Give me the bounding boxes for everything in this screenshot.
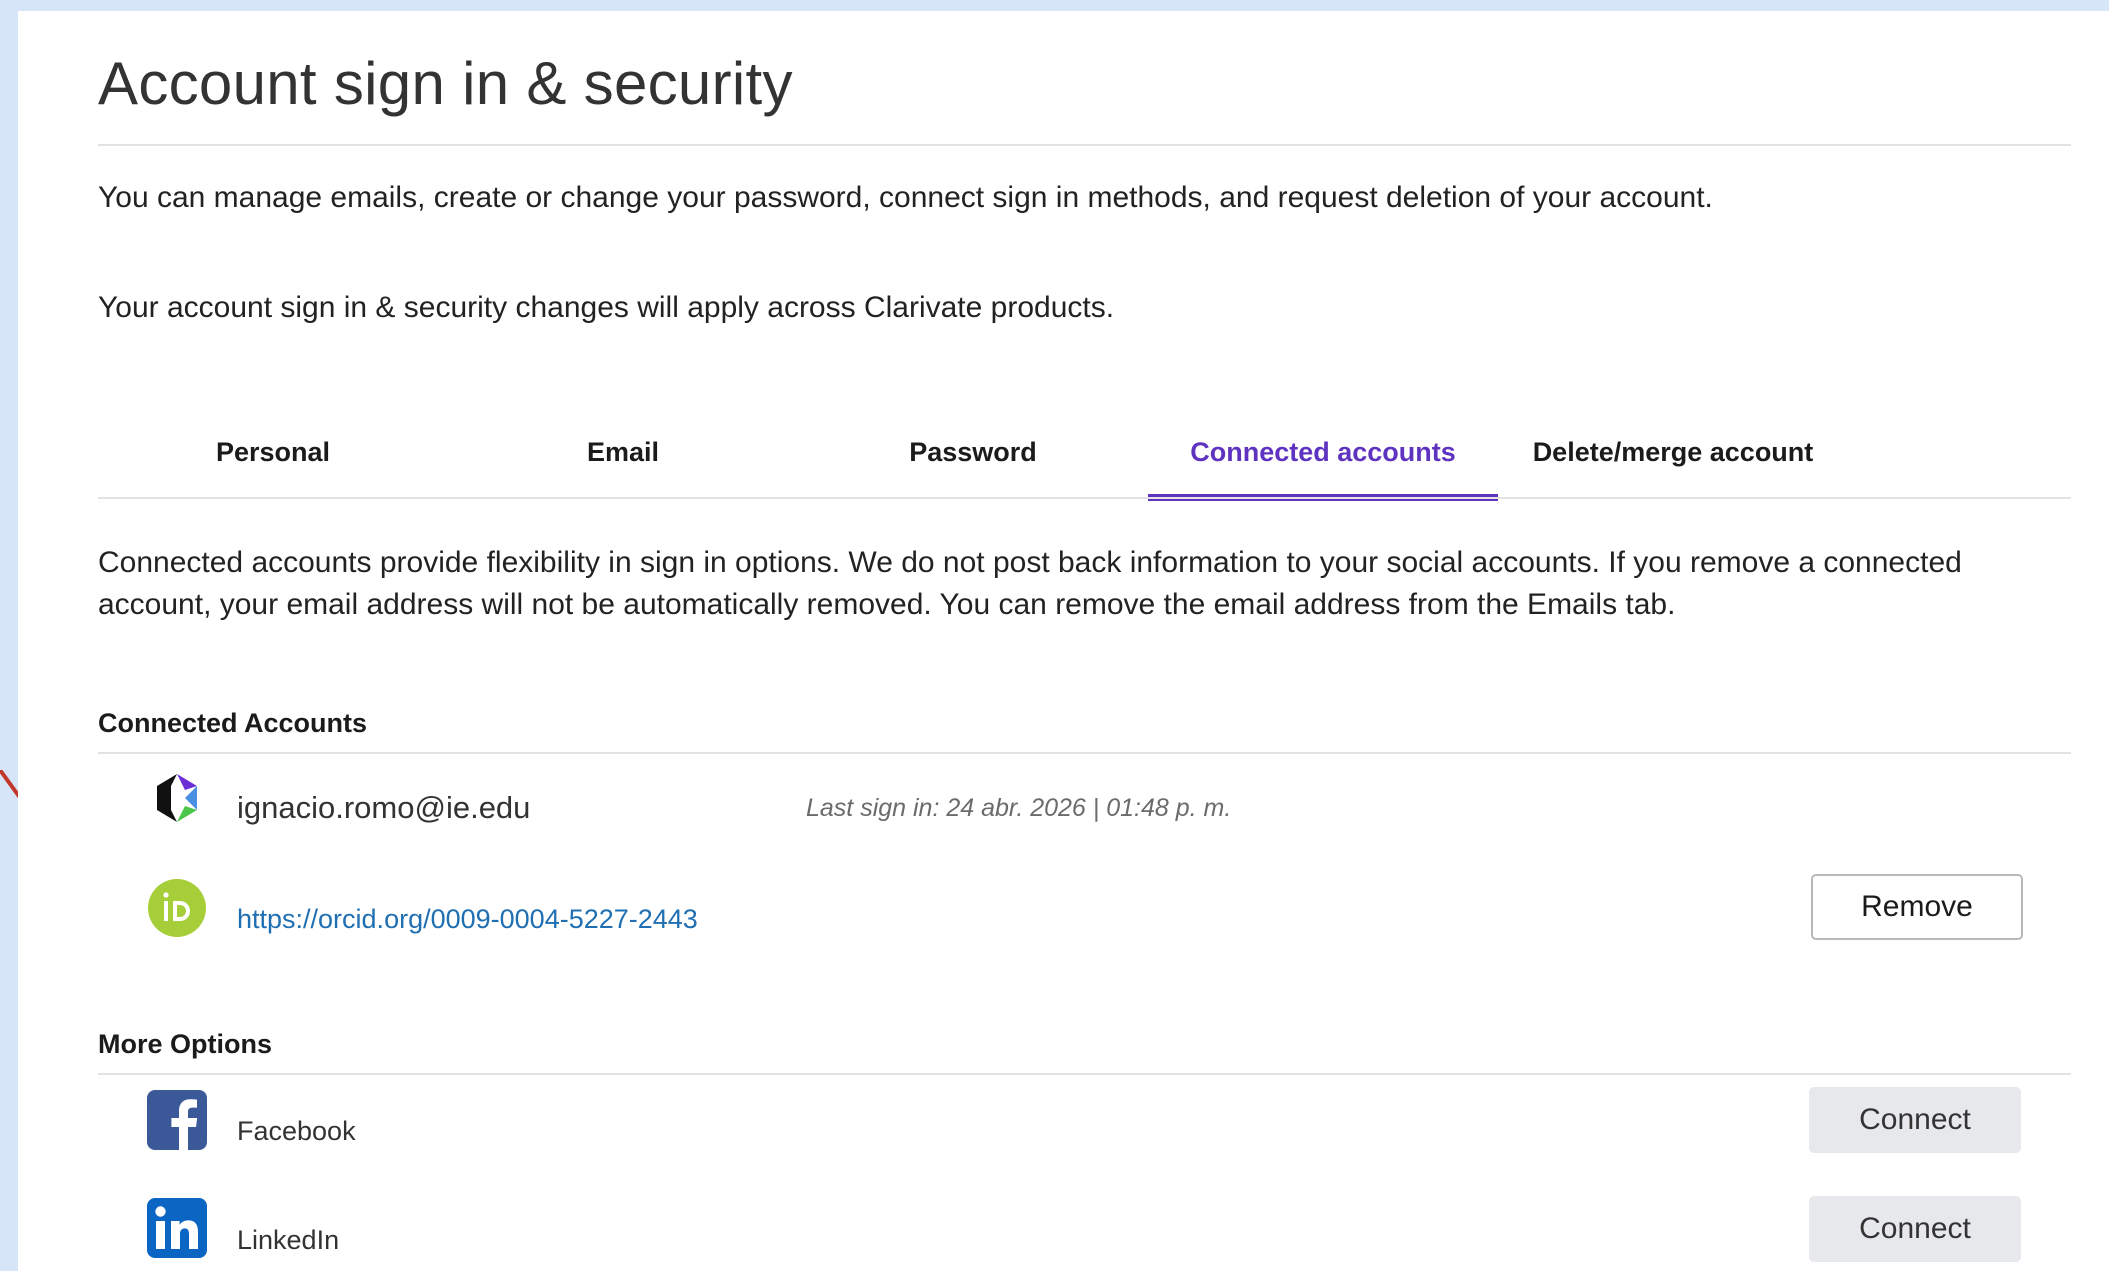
linkedin-label: LinkedIn (237, 1225, 340, 1255)
linkedin-icon (147, 1198, 207, 1258)
last-sign-in-text: Last sign in: 24 abr. 2026 | 01:48 p. m. (806, 794, 1232, 822)
page-title: Account sign in & security (98, 50, 793, 117)
facebook-icon (147, 1090, 207, 1150)
tab-delete-merge-account[interactable]: Delete/merge account (1498, 409, 1848, 495)
connect-linkedin-button[interactable]: Connect (1809, 1196, 2021, 1262)
tabs-divider (98, 497, 2071, 499)
tab-personal[interactable]: Personal (98, 409, 448, 495)
more-options-heading: More Options (98, 1029, 272, 1059)
settings-tabs: Personal Email Password Connected accoun… (98, 409, 2071, 501)
orcid-icon (148, 879, 206, 937)
account-security-panel: Account sign in & security You can manag… (18, 11, 2109, 1271)
connected-accounts-heading: Connected Accounts (98, 708, 368, 738)
connect-facebook-button[interactable]: Connect (1809, 1087, 2021, 1153)
clarivate-account-email: ignacio.romo@ie.edu (237, 790, 531, 825)
connected-accounts-divider (98, 752, 2071, 754)
tab-connected-accounts[interactable]: Connected accounts (1148, 409, 1498, 501)
intro-text-1: You can manage emails, create or change … (98, 181, 1713, 214)
connected-description-2: account, your email address will not be … (98, 588, 1676, 621)
intro-text-2: Your account sign in & security changes … (98, 291, 1115, 324)
tab-password[interactable]: Password (798, 409, 1148, 495)
title-divider (98, 144, 2071, 146)
connected-description-1: Connected accounts provide flexibility i… (98, 546, 1962, 579)
remove-orcid-button[interactable]: Remove (1811, 874, 2023, 940)
clarivate-logo-icon (157, 774, 197, 822)
tab-email[interactable]: Email (448, 409, 798, 495)
facebook-label: Facebook (237, 1116, 356, 1146)
orcid-account-link[interactable]: https://orcid.org/0009-0004-5227-2443 (237, 904, 698, 935)
more-options-divider (98, 1073, 2071, 1075)
